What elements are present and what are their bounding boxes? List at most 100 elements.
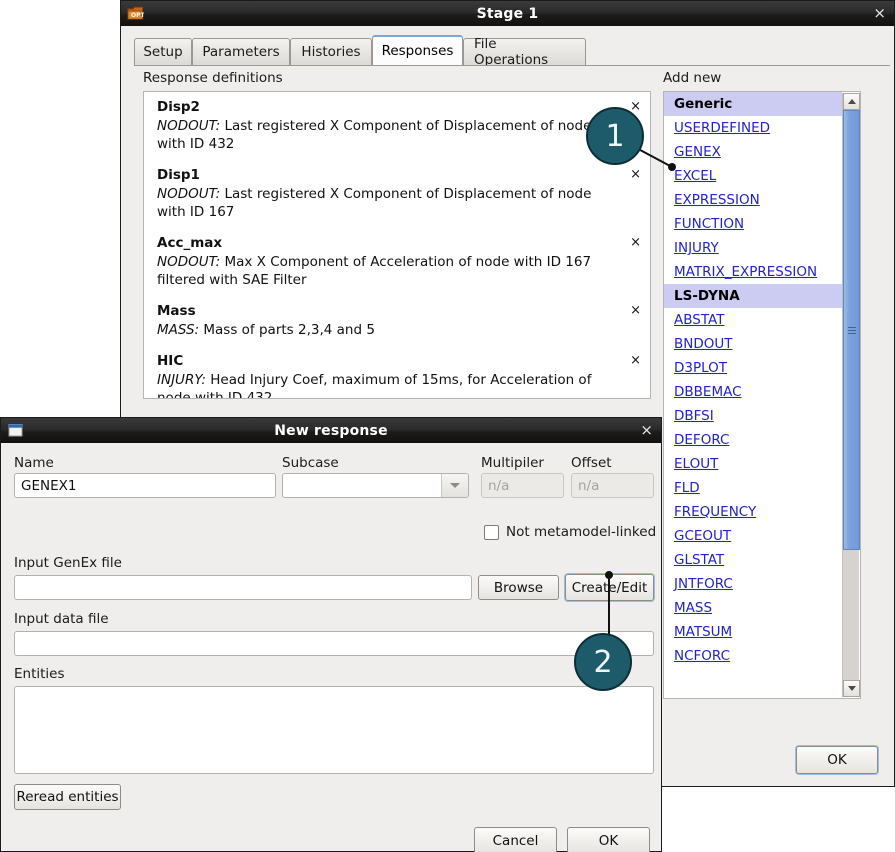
tab-label: File Operations — [474, 36, 549, 68]
response-name: Disp1 — [157, 167, 200, 183]
response-item[interactable]: Acc_max NODOUT: Max X Component of Accel… — [144, 228, 650, 296]
response-name: Mass — [157, 303, 196, 319]
close-icon[interactable]: × — [640, 421, 653, 439]
cancel-label: Cancel — [492, 832, 539, 849]
response-name: HIC — [157, 353, 184, 369]
name-field[interactable]: GENEX1 — [14, 473, 276, 498]
tab-label: Histories — [301, 44, 361, 60]
remove-response-icon[interactable]: × — [630, 236, 641, 249]
add-new-item-abstat[interactable]: ABSTAT — [664, 308, 842, 332]
add-new-item-elout[interactable]: ELOUT — [664, 452, 842, 476]
add-new-item-bndout[interactable]: BNDOUT — [664, 332, 842, 356]
tab-file-operations[interactable]: File Operations — [463, 36, 586, 68]
response-name: Acc_max — [157, 235, 223, 251]
entities-textarea[interactable] — [14, 686, 654, 774]
response-item[interactable]: Disp2 NODOUT: Last registered X Componen… — [144, 92, 650, 160]
multiplier-label: Multipiler — [481, 455, 544, 471]
new-response-ok-button[interactable]: OK — [567, 827, 650, 852]
add-new-item-deforc[interactable]: DEFORC — [664, 428, 842, 452]
tab-parameters[interactable]: Parameters — [192, 38, 290, 65]
add-new-item-matsum[interactable]: MATSUM — [664, 620, 842, 644]
reread-entities-button[interactable]: Reread entities — [14, 784, 121, 810]
add-new-item-fld[interactable]: FLD — [664, 476, 842, 500]
add-new-item-d3plot[interactable]: D3PLOT — [664, 356, 842, 380]
remove-response-icon[interactable]: × — [630, 168, 641, 181]
browse-button[interactable]: Browse — [478, 575, 559, 600]
new-response-titlebar[interactable]: New response × — [1, 418, 661, 444]
remove-response-icon[interactable]: × — [630, 100, 641, 113]
response-item[interactable]: HIC INJURY: Head Injury Coef, maximum of… — [144, 346, 650, 398]
response-item[interactable]: Disp1 NODOUT: Last registered X Componen… — [144, 160, 650, 228]
grip-icon — [848, 327, 856, 334]
add-new-item-genex[interactable]: GENEX — [664, 140, 842, 164]
input-data-file-field[interactable] — [14, 631, 654, 656]
add-new-scrollbar[interactable] — [842, 93, 860, 697]
not-metamodel-linked-row[interactable]: Not metamodel-linked — [484, 524, 656, 540]
response-name: Disp2 — [157, 99, 200, 115]
annotation-marker-2-number: 2 — [593, 644, 613, 680]
opt-folder-icon: OPT — [127, 6, 145, 21]
response-type: MASS: — [157, 322, 200, 338]
response-desc-text: Last registered X Component of Displacem… — [157, 118, 592, 152]
stage-1-title: Stage 1 — [476, 5, 539, 22]
entities-label: Entities — [14, 666, 65, 682]
add-new-item-frequency[interactable]: FREQUENCY — [664, 500, 842, 524]
response-type: NODOUT: — [157, 118, 221, 134]
new-response-body: Name GENEX1 Subcase Multipiler n/a Offse… — [1, 443, 661, 852]
response-description: NODOUT: Max X Component of Acceleration … — [157, 253, 624, 289]
chevron-up-icon — [847, 99, 856, 104]
tab-responses[interactable]: Responses — [372, 35, 463, 65]
response-type: NODOUT: — [157, 254, 221, 270]
stage-ok-button[interactable]: OK — [796, 746, 878, 774]
remove-response-icon[interactable]: × — [630, 354, 641, 367]
add-new-item-glstat[interactable]: GLSTAT — [664, 548, 842, 572]
add-new-item-injury[interactable]: INJURY — [664, 236, 842, 260]
cancel-button[interactable]: Cancel — [474, 827, 557, 852]
add-new-item-function[interactable]: FUNCTION — [664, 212, 842, 236]
new-response-ok-label: OK — [598, 832, 619, 849]
add-new-item-expression[interactable]: EXPRESSION — [664, 188, 842, 212]
create-edit-button[interactable]: Create/Edit — [565, 574, 654, 601]
remove-response-icon[interactable]: × — [630, 304, 641, 317]
chevron-down-icon — [847, 686, 856, 691]
add-new-item-ncforc[interactable]: NCFORC — [664, 644, 842, 668]
subcase-dropdown[interactable] — [282, 473, 469, 498]
add-new-item-matrix-expression[interactable]: MATRIX_EXPRESSION — [664, 260, 842, 284]
add-new-item-gceout[interactable]: GCEOUT — [664, 524, 842, 548]
add-new-item-jntforc[interactable]: JNTFORC — [664, 572, 842, 596]
scroll-up-button[interactable] — [843, 93, 860, 110]
response-desc-text: Mass of parts 2,3,4 and 5 — [203, 322, 375, 338]
chevron-down-icon[interactable] — [441, 474, 468, 497]
add-new-item-excel[interactable]: EXCEL — [664, 164, 842, 188]
scroll-down-button[interactable] — [843, 680, 860, 697]
response-description: NODOUT: Last registered X Component of D… — [157, 117, 624, 153]
add-new-item-dbbemac[interactable]: DBBEMAC — [664, 380, 842, 404]
input-genex-file-field[interactable] — [14, 575, 472, 600]
subcase-label: Subcase — [282, 455, 339, 471]
response-item[interactable]: Mass MASS: Mass of parts 2,3,4 and 5 × — [144, 296, 650, 346]
annotation-marker-1-number: 1 — [605, 118, 625, 154]
multiplier-placeholder: n/a — [488, 477, 510, 494]
name-value: GENEX1 — [21, 477, 77, 494]
add-new-viewport: Generic USERDEFINED GENEX EXCEL EXPRESSI… — [664, 92, 842, 698]
reread-entities-label: Reread entities — [16, 789, 119, 805]
stage-ok-label: OK — [827, 752, 847, 768]
add-new-item-mass[interactable]: MASS — [664, 596, 842, 620]
add-new-label: Add new — [663, 70, 722, 86]
not-metamodel-linked-checkbox[interactable] — [484, 524, 499, 540]
add-new-item-userdefined[interactable]: USERDEFINED — [664, 116, 842, 140]
tab-label: Responses — [381, 43, 454, 59]
response-desc-text: Max X Component of Acceleration of node … — [157, 254, 592, 288]
add-new-item-dbfsi[interactable]: DBFSI — [664, 404, 842, 428]
response-definitions-list[interactable]: Disp2 NODOUT: Last registered X Componen… — [143, 91, 651, 399]
offset-placeholder: n/a — [578, 477, 600, 494]
close-icon[interactable]: × — [873, 4, 886, 22]
name-label: Name — [14, 455, 54, 471]
tab-setup[interactable]: Setup — [134, 38, 192, 65]
scrollbar-thumb[interactable] — [843, 110, 860, 550]
new-response-dialog: New response × Name GENEX1 Subcase Multi… — [0, 417, 662, 852]
add-new-list[interactable]: Generic USERDEFINED GENEX EXCEL EXPRESSI… — [663, 91, 861, 699]
offset-field: n/a — [571, 473, 654, 498]
stage-1-titlebar[interactable]: OPT Stage 1 × — [121, 1, 894, 27]
tab-histories[interactable]: Histories — [290, 38, 372, 65]
